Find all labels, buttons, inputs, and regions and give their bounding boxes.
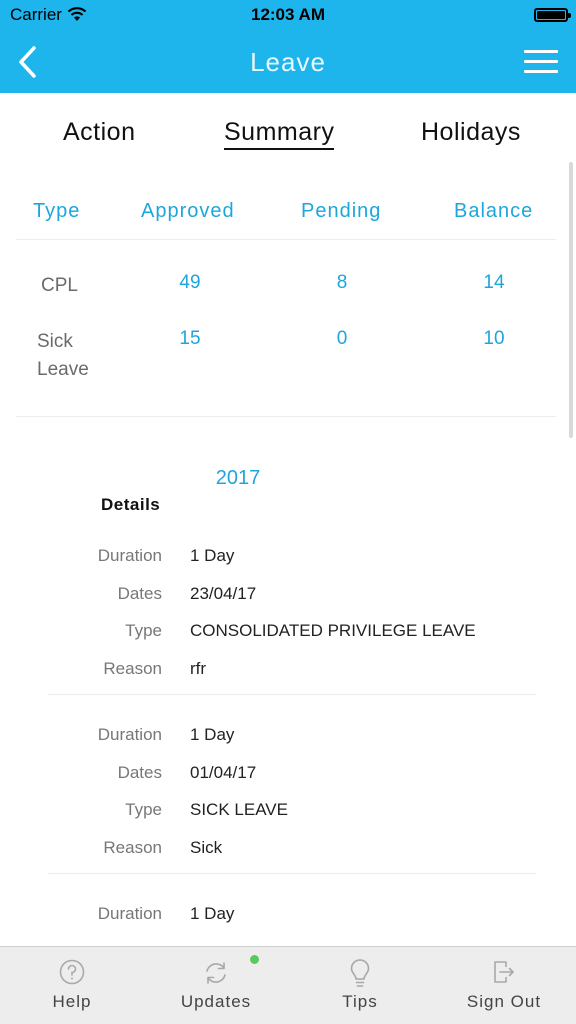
- dates-label: Dates: [117, 762, 162, 782]
- nav-bar: Leave: [0, 30, 576, 93]
- row-balance: 10: [483, 328, 505, 349]
- row-approved: 15: [179, 328, 201, 349]
- battery-icon: [534, 8, 571, 22]
- page-title: Leave: [250, 47, 326, 77]
- row-type: CPL: [41, 275, 78, 296]
- record-line: Duration 1 Day: [48, 725, 536, 763]
- summary-table: Type Approved Pending Balance CPL 49 8 1…: [16, 192, 556, 417]
- lightbulb-icon: [350, 959, 370, 987]
- type-value: CONSOLIDATED PRIVILEGE LEAVE: [190, 621, 476, 640]
- type-label: Type: [125, 800, 162, 819]
- bottom-tab-bar: Help Updates Tips Sign Out: [0, 946, 576, 1024]
- duration-label: Duration: [97, 725, 162, 744]
- record-line: Duration 1 Day: [48, 904, 536, 942]
- duration-value: 1 Day: [190, 546, 235, 565]
- table-row: Sick Leave 15 0 10: [16, 318, 556, 380]
- leave-record: Duration 1 Day: [48, 904, 536, 942]
- type-value: SICK LEAVE: [190, 800, 288, 819]
- details-title: Details: [101, 495, 161, 514]
- hamburger-menu-icon[interactable]: [524, 50, 558, 76]
- duration-label: Duration: [97, 546, 162, 565]
- reason-label: Reason: [103, 658, 162, 678]
- tab-action[interactable]: Action: [63, 118, 135, 147]
- record-line: Dates 01/04/17: [48, 763, 536, 801]
- reason-value: rfr: [190, 658, 207, 678]
- row-type: Sick Leave: [37, 331, 89, 380]
- table-row: CPL 49 8 14: [16, 262, 556, 318]
- tab-tips-label: Tips: [342, 992, 378, 1011]
- update-badge-dot: [250, 955, 259, 964]
- tab-updates[interactable]: Updates: [144, 947, 288, 1024]
- reason-value: Sick: [190, 837, 223, 857]
- leave-record: Duration 1 Day Dates 23/04/17 Type CONSO…: [48, 546, 536, 696]
- tab-help[interactable]: Help: [0, 947, 144, 1024]
- tab-sign-out-label: Sign Out: [466, 992, 542, 1011]
- record-divider: [48, 873, 536, 874]
- tab-sign-out[interactable]: Sign Out: [432, 947, 576, 1024]
- dates-value: 23/04/17: [190, 583, 257, 603]
- status-bar: Carrier 12:03 AM: [0, 0, 576, 30]
- record-divider: [48, 694, 536, 695]
- record-line: Type SICK LEAVE: [48, 800, 536, 838]
- dates-label: Dates: [117, 583, 162, 603]
- status-time: 12:03 AM: [250, 5, 325, 24]
- header-balance: Balance: [454, 200, 534, 222]
- duration-value: 1 Day: [190, 725, 235, 744]
- leave-record: Duration 1 Day Dates 01/04/17 Type SICK …: [48, 725, 536, 875]
- row-balance: 14: [483, 272, 505, 293]
- year-label: 2017: [215, 467, 261, 489]
- header-type: Type: [33, 200, 81, 222]
- header-pending: Pending: [301, 200, 382, 222]
- segment-tabs: Action Summary Holidays: [0, 118, 576, 168]
- record-line: Reason rfr: [48, 659, 536, 697]
- sign-out-icon: [494, 961, 514, 983]
- help-icon: [59, 959, 85, 985]
- type-label: Type: [125, 621, 162, 640]
- record-line: Dates 23/04/17: [48, 584, 536, 622]
- scroll-indicator[interactable]: [569, 162, 573, 438]
- reason-label: Reason: [103, 837, 162, 857]
- duration-value: 1 Day: [190, 904, 235, 923]
- refresh-icon: [206, 962, 226, 984]
- record-line: Duration 1 Day: [48, 546, 536, 584]
- tab-help-label: Help: [52, 992, 92, 1011]
- row-pending: 8: [336, 272, 348, 293]
- tab-updates-label: Updates: [180, 992, 252, 1011]
- tab-summary[interactable]: Summary: [224, 118, 335, 150]
- row-pending: 0: [336, 328, 348, 349]
- summary-header-row: Type Approved Pending Balance: [16, 192, 556, 240]
- dates-value: 01/04/17: [190, 762, 257, 782]
- tab-holidays[interactable]: Holidays: [421, 118, 521, 147]
- record-line: Type CONSOLIDATED PRIVILEGE LEAVE: [48, 621, 536, 659]
- summary-divider: [16, 416, 556, 417]
- duration-label: Duration: [97, 904, 162, 923]
- tab-tips[interactable]: Tips: [288, 947, 432, 1024]
- record-line: Reason Sick: [48, 838, 536, 876]
- header-approved: Approved: [141, 200, 235, 222]
- row-approved: 49: [179, 272, 201, 293]
